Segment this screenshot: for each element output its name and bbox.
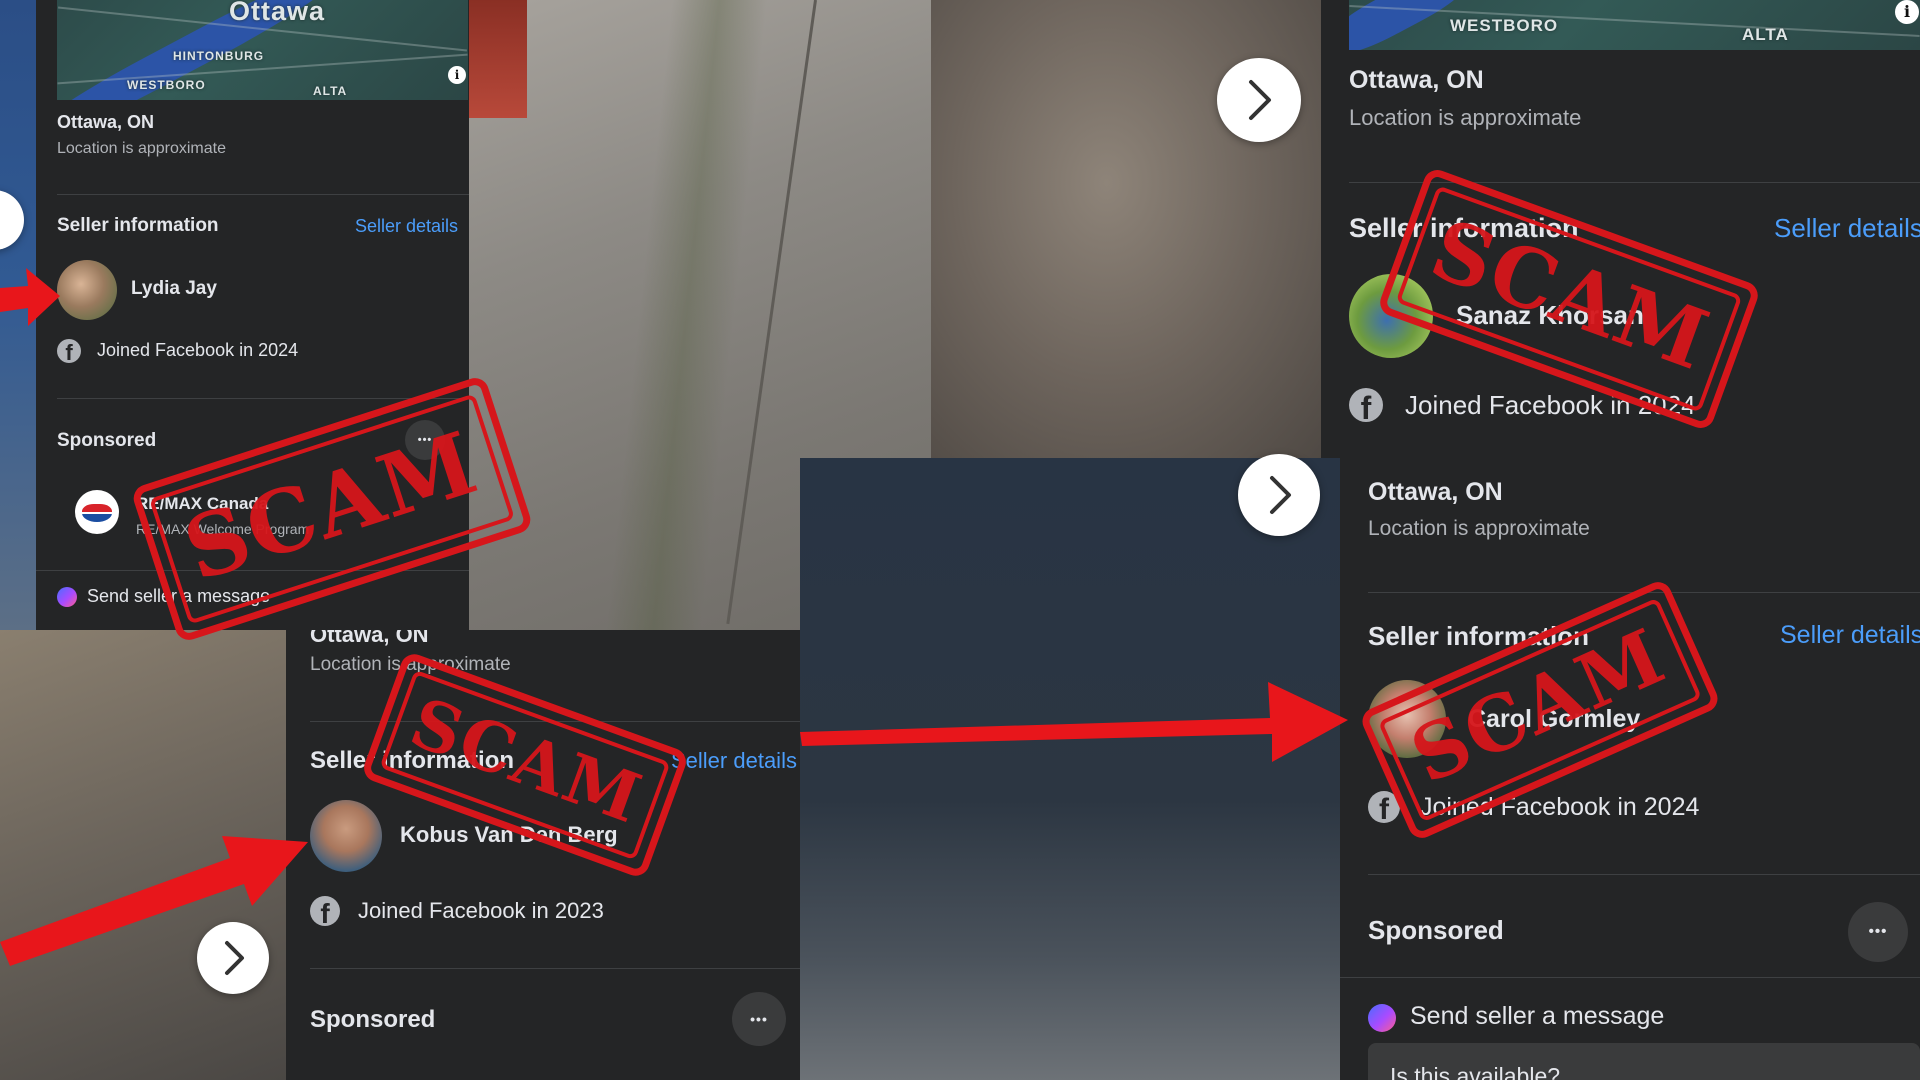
sponsored-title: Sponsored [310,1006,436,1033]
info-icon[interactable]: i [448,66,466,84]
listing-panel-top-left: Ottawa HINTONBURG WESTBORO ALTA i Ottawa… [36,0,469,630]
divider [36,570,469,571]
divider [310,721,800,722]
divider [1368,592,1920,593]
facebook-icon: f [1368,791,1400,823]
joined-facebook-text: Joined Facebook in 2024 [1405,390,1696,420]
divider [1368,874,1920,875]
chevron-right-icon [1249,80,1271,120]
listing-photo-blurred-dark [800,458,1340,1080]
map-label-hintonburg: HINTONBURG [173,49,265,63]
photo-container-red [469,0,527,118]
message-input[interactable]: Is this available? [1368,1043,1920,1080]
next-photo-button[interactable] [1238,454,1320,536]
seller-information-title: Seller information [310,747,515,774]
send-seller-message-text: Send seller a message [87,586,271,606]
divider [57,194,469,195]
facebook-icon: f [310,896,340,926]
sponsored-title: Sponsored [57,430,157,451]
location-map: WESTBORO ALTA i [1349,0,1920,50]
messenger-icon [1368,1004,1396,1032]
map-label-alta: ALTA [313,84,348,98]
more-options-button[interactable]: ••• [405,420,445,460]
divider [1340,977,1920,978]
listing-panel-bottom-right: Ottawa, ON Location is approximate Selle… [1340,458,1920,1080]
facebook-icon: f [57,339,81,363]
location-map: Ottawa HINTONBURG WESTBORO ALTA i [57,0,468,100]
next-photo-button[interactable] [197,922,269,994]
map-label-ottawa: Ottawa [229,0,326,26]
seller-name[interactable]: Carol Gormley [1468,705,1640,734]
blurred-photo-strip-left [0,0,36,630]
seller-avatar[interactable] [1368,680,1446,758]
listing-photo-blurred-left [0,630,286,1080]
ad-name[interactable]: RE/MAX Canada [136,494,268,514]
location-title: Ottawa, ON [1349,66,1484,94]
location-title: Ottawa, ON [57,112,155,132]
map-label-alta: ALTA [1742,25,1789,44]
location-subtitle: Location is approximate [1368,517,1590,540]
seller-details-link[interactable]: Seller details [671,748,797,774]
seller-information-title: Seller information [1349,213,1579,243]
listing-panel-bottom-left: Ottawa, ON Location is approximate Selle… [286,630,800,1080]
divider [57,398,469,399]
sponsored-title: Sponsored [1368,915,1504,945]
location-title: Ottawa, ON [1368,478,1503,506]
next-photo-button[interactable] [1217,58,1301,142]
chevron-right-icon [1270,476,1291,514]
ad-logo-icon[interactable] [75,490,119,534]
seller-details-link[interactable]: Seller details [355,216,458,237]
location-title: Ottawa, ON [310,630,429,647]
divider [310,968,800,969]
listing-panel-top-right: WESTBORO ALTA i Ottawa, ON Location is a… [1321,0,1920,458]
location-subtitle: Location is approximate [1349,105,1582,130]
messenger-icon [57,587,77,607]
ad-subtitle: RE/MAX Welcome Program [136,521,310,537]
joined-facebook-text: Joined Facebook in 2024 [1420,793,1700,821]
divider [1349,182,1920,183]
seller-name[interactable]: Kobus Van Den Berg [400,822,618,848]
seller-information-title: Seller information [57,215,219,236]
joined-facebook-text: Joined Facebook in 2023 [358,898,604,923]
seller-avatar[interactable] [1349,274,1433,358]
seller-name[interactable]: Lydia Jay [131,278,217,300]
photo-grass-edge [605,0,768,630]
seller-avatar[interactable] [310,800,382,872]
message-input-value: Is this available? [1390,1063,1561,1080]
more-options-button[interactable]: ••• [1848,902,1908,962]
chevron-right-icon [225,941,244,975]
location-subtitle: Location is approximate [310,654,511,675]
more-options-button[interactable]: ••• [732,992,786,1046]
info-icon[interactable]: i [1895,0,1919,24]
send-seller-message-text: Send seller a message [1410,1002,1665,1030]
seller-details-link[interactable]: Seller details [1774,213,1920,244]
map-label-westboro: WESTBORO [127,78,206,92]
seller-avatar[interactable] [57,260,117,320]
seller-name[interactable]: Sanaz Khorsan [1456,300,1644,331]
map-label-westboro: WESTBORO [1450,16,1559,35]
location-subtitle: Location is approximate [57,140,226,157]
seller-information-title: Seller information [1368,621,1590,651]
joined-facebook-text: Joined Facebook in 2024 [97,340,299,360]
facebook-icon: f [1349,388,1383,422]
seller-details-link[interactable]: Seller details [1780,621,1920,650]
